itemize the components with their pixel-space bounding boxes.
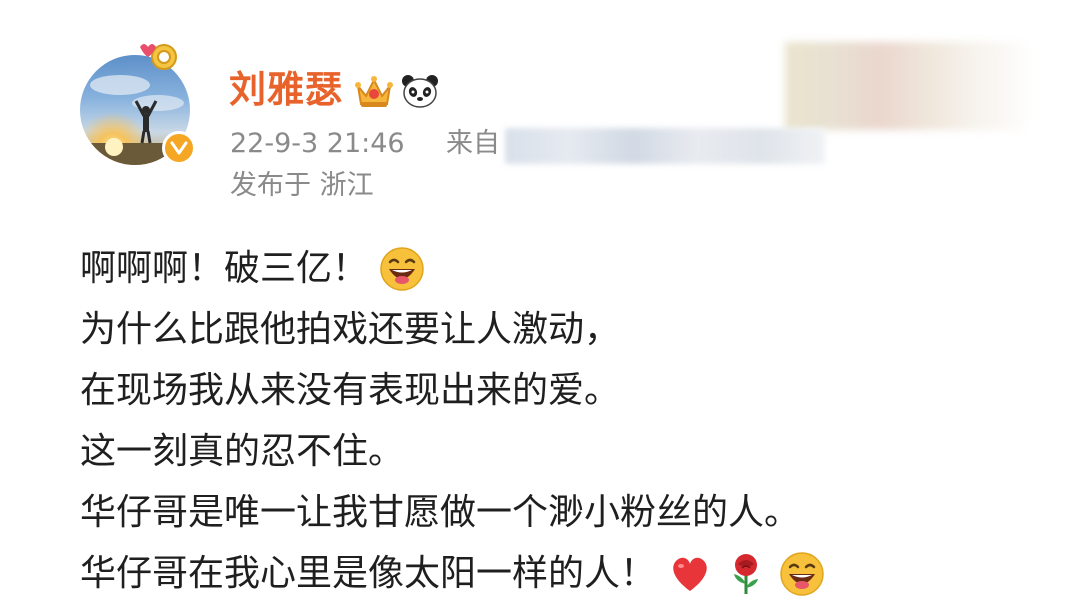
post-line: 华仔哥在我心里是像太阳一样的人！ [80,543,824,604]
post-line: 在现场我从来没有表现出来的爱。 [80,360,824,421]
verified-badge-icon [162,131,196,165]
post-line-text: 这一刻真的忍不住。 [80,431,405,472]
heart-emoji-icon [673,557,707,591]
post-line: 为什么比跟他拍戏还要让人激动， [80,299,824,360]
author-name[interactable]: 刘雅瑟 [229,66,343,114]
post-line-text: 为什么比跟他拍戏还要让人激动， [80,309,621,350]
post-body: 啊啊啊！破三亿！ 为什么比跟他拍戏还要让人激动， 在现场我从来没有表现出来的爱。… [80,238,824,604]
post-line: 华仔哥是唯一让我甘愿做一个渺小粉丝的人。 [80,482,824,543]
post-line: 这一刻真的忍不住。 [80,421,824,482]
post-line-text: 在现场我从来没有表现出来的爱。 [80,370,621,411]
post-location: 发布于 浙江 [230,170,374,201]
author-avatar-container[interactable] [80,44,196,165]
laughing-emoji-icon [780,551,824,596]
post-time: 22-9-3 21:46 [230,128,405,159]
blurred-source [505,128,825,164]
avatar-pendant-decoration-icon [140,44,177,70]
post-line: 啊啊啊！破三亿！ [80,238,824,299]
blurred-region [785,42,1025,130]
post-line-text: 华仔哥是唯一让我甘愿做一个渺小粉丝的人。 [80,492,801,533]
panda-icon [402,75,438,108]
post-line-text: 华仔哥在我心里是像太阳一样的人！ [80,553,657,594]
rose-emoji-icon [734,553,759,594]
crown-icon [355,76,393,107]
post-line-text: 啊啊啊！破三亿！ [80,248,369,289]
laughing-emoji-icon [380,246,424,291]
post-source-label: 来自 [446,128,500,159]
